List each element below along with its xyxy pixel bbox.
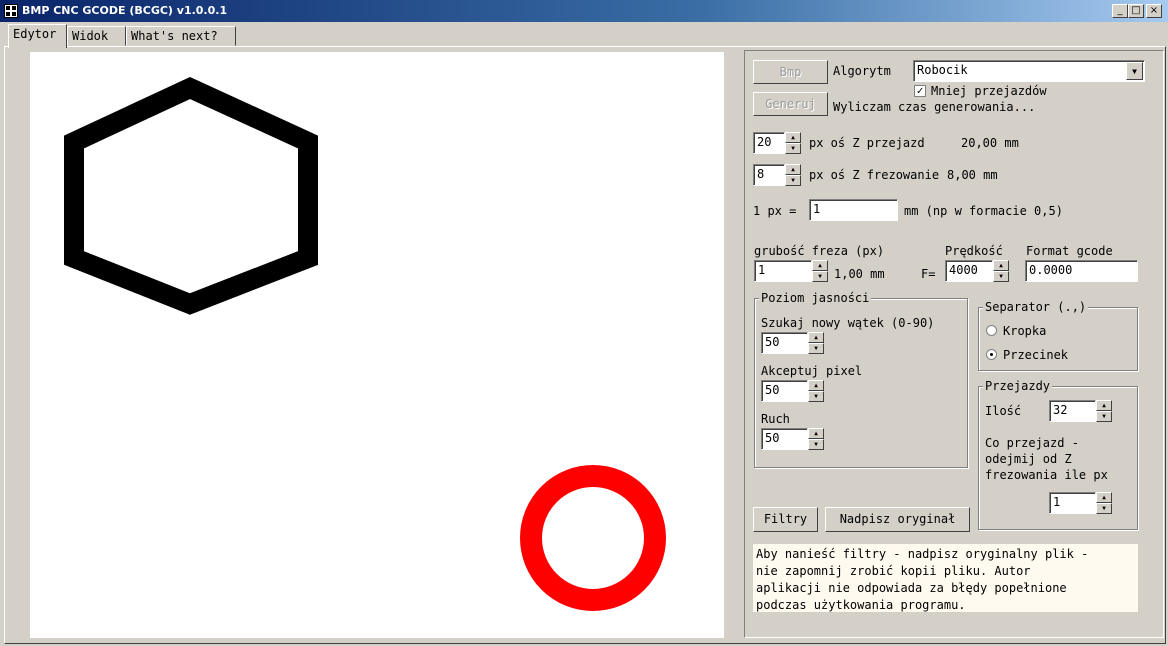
brightness-legend: Poziom jasności bbox=[759, 291, 872, 305]
subtract-label-1: Co przejazd - bbox=[985, 436, 1079, 450]
minimize-button[interactable]: _ bbox=[1112, 4, 1128, 18]
note-line-1: Aby nanieść filtry - nadpisz oryginalny … bbox=[756, 547, 1089, 561]
speed-label: Prędkość bbox=[945, 244, 1003, 258]
cutter-label: grubość freza (px) bbox=[754, 244, 885, 258]
cutter-mm: 1,00 mm bbox=[834, 267, 885, 281]
radio-kropka[interactable] bbox=[986, 325, 997, 336]
scale-suffix: mm (np w formacie 0,5) bbox=[904, 204, 1063, 218]
image-canvas[interactable] bbox=[30, 52, 724, 638]
z-travel-mm: 20,00 mm bbox=[961, 136, 1019, 150]
radio-kropka-label: Kropka bbox=[1003, 324, 1047, 338]
z-mill-input[interactable]: 8 bbox=[753, 164, 785, 186]
passes-count-spinner[interactable]: ▲ ▼ bbox=[1096, 400, 1112, 422]
bmp-button[interactable]: Bmp bbox=[753, 60, 828, 84]
algorithm-label: Algorytm bbox=[833, 64, 891, 78]
subtract-value: 1 bbox=[1053, 495, 1061, 509]
search-thread-spinner[interactable]: ▲ ▼ bbox=[808, 332, 824, 354]
tab-widok[interactable]: Widok bbox=[67, 26, 126, 46]
move-input[interactable]: 50 bbox=[761, 428, 808, 450]
fewer-passes-label: Mniej przejazdów bbox=[931, 84, 1047, 98]
accept-pixel-input[interactable]: 50 bbox=[761, 380, 808, 402]
subtract-spinner[interactable]: ▲ ▼ bbox=[1096, 492, 1112, 514]
passes-legend: Przejazdy bbox=[983, 379, 1053, 393]
speed-prefix: F= bbox=[921, 267, 936, 281]
radio-przecinek-label: Przecinek bbox=[1003, 348, 1069, 362]
filters-button[interactable]: Filtry bbox=[753, 507, 818, 532]
status-text: Wyliczam czas generowania... bbox=[833, 100, 1036, 114]
scale-input[interactable]: 1 bbox=[809, 199, 898, 221]
generuj-button[interactable]: Generuj bbox=[753, 92, 828, 116]
algorithm-value: Robocik bbox=[917, 63, 968, 77]
accept-pixel-spinner[interactable]: ▲ ▼ bbox=[808, 380, 824, 402]
gcode-format-label: Format gcode bbox=[1026, 244, 1113, 258]
circle-shape bbox=[520, 465, 666, 611]
image-drawing bbox=[64, 76, 666, 611]
accept-pixel-value: 50 bbox=[765, 383, 780, 397]
note-line-2: nie zapomnij zrobić kopii pliku. Autor bbox=[756, 564, 1031, 578]
z-mill-label: px oś Z frezowanie bbox=[809, 168, 940, 182]
search-thread-value: 50 bbox=[765, 335, 780, 349]
scale-value: 1 bbox=[813, 202, 821, 216]
z-travel-spinner[interactable]: ▲ ▼ bbox=[785, 132, 801, 154]
overwrite-original-button[interactable]: Nadpisz oryginał bbox=[825, 507, 970, 532]
gcode-format-input[interactable]: 0.0000 bbox=[1025, 260, 1138, 282]
subtract-label-3: frezowania ile px bbox=[985, 468, 1108, 482]
z-travel-input[interactable]: 20 bbox=[753, 132, 785, 154]
algorithm-select[interactable]: Robocik bbox=[913, 60, 1145, 82]
warning-note: Aby nanieść filtry - nadpisz oryginalny … bbox=[753, 544, 1138, 612]
note-line-4: podczas użytkowania programu. bbox=[756, 598, 966, 612]
speed-input[interactable]: 4000 bbox=[945, 260, 993, 282]
chevron-down-icon[interactable]: ▼ bbox=[1126, 62, 1143, 80]
separator-legend: Separator (.,) bbox=[983, 300, 1089, 314]
cutter-spinner[interactable]: ▲ ▼ bbox=[812, 260, 828, 282]
passes-count-input[interactable]: 32 bbox=[1049, 400, 1096, 422]
z-mill-mm: 8,00 mm bbox=[947, 168, 998, 182]
move-label: Ruch bbox=[761, 412, 790, 426]
z-mill-spinner[interactable]: ▲ ▼ bbox=[785, 164, 801, 186]
move-value: 50 bbox=[765, 431, 780, 445]
accept-pixel-label: Akceptuj pixel bbox=[761, 364, 863, 378]
tab-edytor[interactable]: Edytor bbox=[8, 24, 67, 48]
speed-value: 4000 bbox=[949, 263, 978, 277]
cutter-input[interactable]: 1 bbox=[754, 260, 812, 282]
subtract-input[interactable]: 1 bbox=[1049, 492, 1096, 514]
z-travel-value: 20 bbox=[757, 135, 772, 149]
window-title: BMP CNC GCODE (BCGC) v1.0.0.1 bbox=[22, 4, 228, 17]
note-line-3: aplikacji nie odpowiada za błędy popełni… bbox=[756, 581, 1067, 595]
app-icon bbox=[4, 4, 18, 18]
speed-spinner[interactable]: ▲ ▼ bbox=[993, 260, 1009, 282]
fewer-passes-checkbox[interactable]: ✓ bbox=[914, 85, 926, 97]
radio-przecinek[interactable] bbox=[986, 349, 997, 360]
search-thread-label: Szukaj nowy wątek (0-90) bbox=[761, 316, 935, 330]
passes-count-value: 32 bbox=[1053, 403, 1068, 417]
tab-whats-next[interactable]: What's next? bbox=[126, 26, 236, 46]
z-mill-value: 8 bbox=[757, 167, 765, 181]
search-thread-input[interactable]: 50 bbox=[761, 332, 808, 354]
scale-prefix: 1 px = bbox=[753, 204, 797, 218]
passes-count-label: Ilość bbox=[985, 404, 1022, 418]
subtract-label-2: odejmij od Z bbox=[985, 452, 1072, 466]
gcode-format-value: 0.0000 bbox=[1029, 263, 1073, 277]
maximize-button[interactable]: □ bbox=[1128, 4, 1144, 18]
z-travel-label: px oś Z przejazd bbox=[809, 136, 925, 150]
hexagon-shape bbox=[64, 76, 318, 315]
move-spinner[interactable]: ▲ ▼ bbox=[808, 428, 824, 450]
close-button[interactable]: × bbox=[1146, 4, 1162, 18]
cutter-value: 1 bbox=[758, 263, 766, 277]
